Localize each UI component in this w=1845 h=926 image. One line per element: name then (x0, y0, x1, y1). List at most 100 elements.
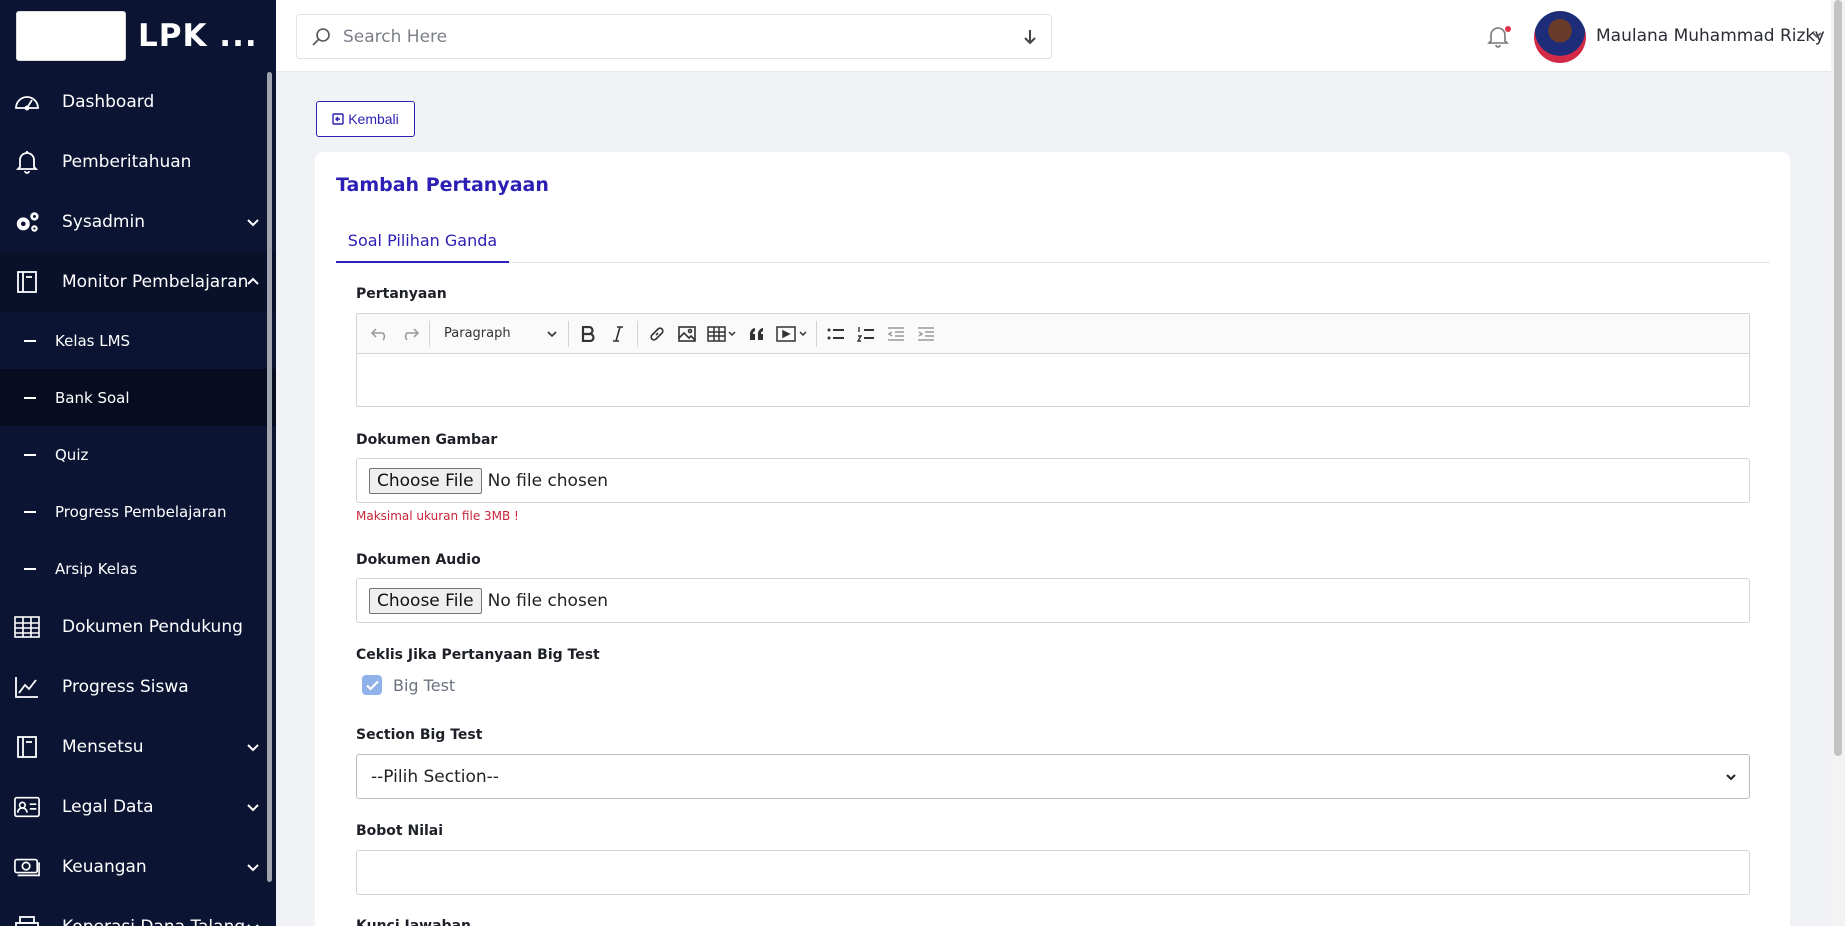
dash-icon (24, 510, 36, 513)
redo-icon[interactable] (395, 319, 425, 349)
sidebar-item-dashboard[interactable]: Dashboard (0, 72, 276, 132)
chevron-up-icon (247, 277, 259, 285)
back-button-label: Kembali (348, 111, 399, 127)
section-select[interactable]: --Pilih Section-- (356, 754, 1750, 799)
sidebar-subitem-arsip-kelas[interactable]: Arsip Kelas (0, 540, 276, 597)
sidebar-item-label: Dashboard (62, 92, 155, 112)
book-icon (14, 734, 40, 760)
image-icon[interactable] (672, 319, 702, 349)
chevron-down-icon (547, 330, 557, 337)
sidebar-scrollbar[interactable] (267, 72, 272, 882)
sidebar-item-legal-data[interactable]: Legal Data (0, 777, 276, 837)
sidebar-item-label: Pemberitahuan (62, 152, 192, 172)
toolbar-divider (816, 320, 817, 347)
gears-icon (14, 209, 40, 235)
user-name[interactable]: Maulana Muhammad Rizky (1596, 26, 1825, 46)
sidebar-subitem-label: Quiz (55, 445, 89, 464)
brand-title: LPK ... (138, 18, 258, 54)
sidebar-item-koperasi-dana-talang[interactable]: Koperasi Dana Talang (0, 897, 276, 926)
sidebar-item-label: Mensetsu (62, 737, 144, 757)
sidebar-subitem-progress-pembelajaran[interactable]: Progress Pembelajaran (0, 483, 276, 540)
sidebar: LPK ... Dashboard Pemberitahuan Sysadmin… (0, 0, 276, 926)
section-bigtest-label: Section Big Test (356, 727, 483, 743)
chevron-down-icon (247, 924, 259, 926)
choose-file-button[interactable]: Choose File (369, 467, 482, 494)
topbar: Search Here Maulana Muhammad Rizky (276, 0, 1845, 72)
indent-icon[interactable] (911, 319, 941, 349)
sidebar-subitem-bank-soal[interactable]: Bank Soal (0, 369, 276, 426)
italic-icon[interactable] (603, 319, 633, 349)
back-button[interactable]: Kembali (316, 101, 415, 137)
bulleted-list-icon[interactable] (821, 319, 851, 349)
arrow-down-icon[interactable] (1023, 29, 1037, 45)
numbered-list-icon[interactable] (851, 319, 881, 349)
page-title: Tambah Pertanyaan (336, 174, 549, 196)
bold-icon[interactable] (573, 319, 603, 349)
editor-content-area[interactable] (357, 354, 1749, 406)
back-arrow-icon (332, 113, 344, 125)
tab-soal-pilihan-ganda[interactable]: Soal Pilihan Ganda (336, 227, 509, 263)
chevron-down-icon (1726, 773, 1736, 780)
sidebar-subitem-label: Kelas LMS (55, 331, 131, 350)
choose-file-button[interactable]: Choose File (369, 587, 482, 614)
section-selected-value: --Pilih Section-- (371, 766, 499, 787)
sidebar-item-mensetsu[interactable]: Mensetsu (0, 717, 276, 777)
search-icon (312, 27, 330, 46)
bell-icon (14, 149, 40, 175)
chevron-down-icon (247, 219, 259, 227)
check-icon (365, 680, 379, 691)
editor-toolbar: Paragraph (357, 314, 1749, 354)
image-file-input[interactable]: Choose File No file chosen (356, 458, 1750, 503)
search-input[interactable]: Search Here (343, 27, 1023, 47)
paragraph-format-dropdown[interactable]: Paragraph (434, 326, 564, 341)
answer-key-label: Kunci Jawaban (356, 918, 471, 926)
sidebar-item-label: Keuangan (62, 857, 147, 877)
link-icon[interactable] (642, 319, 672, 349)
blockquote-icon[interactable] (742, 319, 772, 349)
audio-file-input[interactable]: Choose File No file chosen (356, 578, 1750, 623)
sidebar-item-dokumen-pendukung[interactable]: Dokumen Pendukung (0, 597, 276, 657)
page-scrollbar-thumb[interactable] (1834, 0, 1842, 756)
toolbar-divider (429, 320, 430, 347)
weight-input[interactable] (356, 850, 1750, 895)
undo-icon[interactable] (365, 319, 395, 349)
logo-image (16, 11, 126, 61)
sidebar-subitem-quiz[interactable]: Quiz (0, 426, 276, 483)
notification-dot (1505, 26, 1511, 32)
sidebar-item-pemberitahuan[interactable]: Pemberitahuan (0, 132, 276, 192)
dash-icon (24, 453, 36, 456)
weight-label: Bobot Nilai (356, 823, 444, 839)
page-scrollbar[interactable] (1831, 0, 1845, 926)
sidebar-item-sysadmin[interactable]: Sysadmin (0, 192, 276, 252)
sidebar-subitem-kelas-lms[interactable]: Kelas LMS (0, 312, 276, 369)
outdent-icon[interactable] (881, 319, 911, 349)
sidebar-item-keuangan[interactable]: Keuangan (0, 837, 276, 897)
tabs: Soal Pilihan Ganda (336, 227, 1770, 263)
avatar[interactable] (1534, 11, 1586, 63)
bigtest-checkbox-row[interactable]: Big Test (362, 675, 455, 695)
sidebar-item-monitor-pembelajaran[interactable]: Monitor Pembelajaran (0, 252, 276, 312)
sidebar-item-label: Sysadmin (62, 212, 145, 232)
search-box[interactable]: Search Here (296, 14, 1052, 59)
table-icon[interactable] (702, 319, 742, 349)
file-status: No file chosen (487, 470, 609, 491)
dash-icon (24, 339, 36, 342)
sidebar-item-progress-siswa[interactable]: Progress Siswa (0, 657, 276, 717)
chevron-down-icon[interactable] (1811, 29, 1823, 41)
toolbar-divider (568, 320, 569, 347)
media-embed-icon[interactable] (772, 319, 812, 349)
rich-text-editor: Paragraph (356, 313, 1750, 407)
form-card: Tambah Pertanyaan Soal Pilihan Ganda Per… (315, 152, 1790, 926)
bigtest-checkbox[interactable] (362, 675, 382, 695)
dashboard-gauge-icon (14, 89, 40, 115)
chevron-down-icon (247, 864, 259, 872)
sidebar-item-label: Progress Siswa (62, 677, 189, 697)
brand: LPK ... (0, 0, 276, 72)
bigtest-label: Ceklis Jika Pertanyaan Big Test (356, 647, 600, 663)
sidebar-item-label: Dokumen Pendukung (62, 617, 243, 637)
chevron-down-icon (247, 804, 259, 812)
sidebar-item-label: Monitor Pembelajaran (62, 272, 249, 292)
money-icon (14, 854, 40, 880)
id-card-icon (14, 794, 40, 820)
file-status: No file chosen (487, 590, 609, 611)
